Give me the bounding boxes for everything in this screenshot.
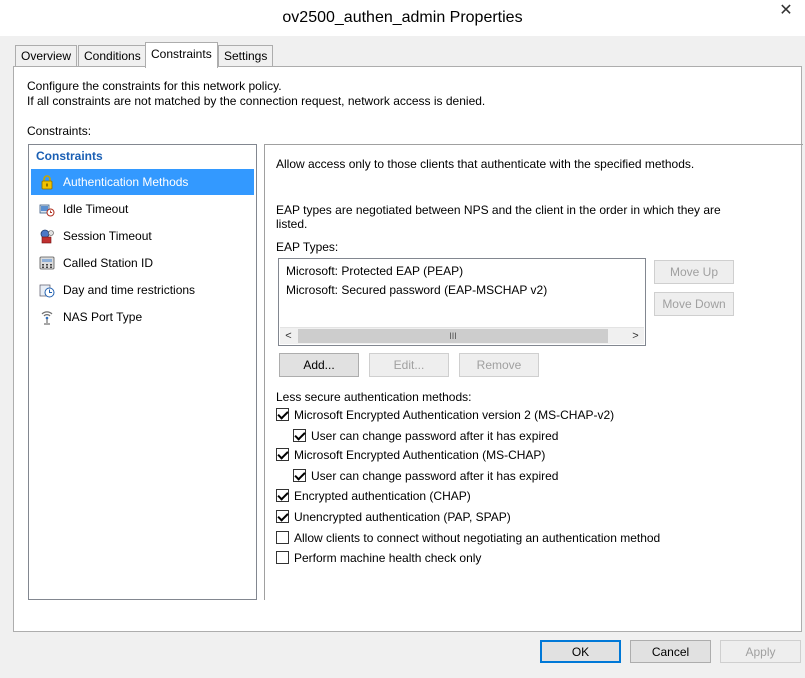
constraint-item-label: Idle Timeout [63,202,129,216]
constraint-item-idle-timeout[interactable]: Idle Timeout [31,196,254,222]
checkbox-ms-chap[interactable]: Microsoft Encrypted Authentication (MS-C… [276,448,545,464]
eap-type-item[interactable]: Microsoft: Secured password (EAP-MSCHAP … [286,283,547,297]
eap-list-horizontal-scrollbar[interactable]: < III > [280,327,644,344]
checkbox-label: User can change password after it has ex… [311,429,559,443]
checkbox-box[interactable] [276,448,289,461]
move-down-button[interactable]: Move Down [654,292,734,316]
less-secure-methods-label: Less secure authentication methods: [276,390,472,404]
constraint-item-session-timeout[interactable]: Session Timeout [31,223,254,249]
checkbox-box[interactable] [293,469,306,482]
apply-button[interactable]: Apply [720,640,801,663]
network-port-icon [41,311,53,325]
clock-icon [39,284,55,298]
phone-icon [39,256,55,270]
tab-constraints[interactable]: Constraints [145,42,218,68]
checkbox-label: Microsoft Encrypted Authentication (MS-C… [294,448,546,462]
auth-intro-text: Allow access only to those clients that … [276,157,695,171]
scroll-left-icon[interactable]: < [280,328,297,344]
checkbox-box[interactable] [276,551,289,564]
constraint-item-called-station-id[interactable]: Called Station ID [31,250,254,276]
checkbox-ms-chap-v2[interactable]: Microsoft Encrypted Authentication versi… [276,408,614,424]
checkbox-label: Perform machine health check only [294,551,482,565]
tab-panel-constraints: Configure the constraints for this netwo… [13,66,803,632]
session-timeout-icon [40,229,54,244]
checkbox-chap[interactable]: Encrypted authentication (CHAP) [276,489,471,505]
add-eap-button[interactable]: Add... [279,353,359,377]
tab-overview[interactable]: Overview [15,45,78,67]
checkbox-label: Microsoft Encrypted Authentication versi… [294,408,615,422]
title-bar: ov2500_authen_admin Properties [0,0,805,36]
lock-icon [41,175,53,190]
tab-label: Conditions [84,49,141,63]
checkbox-ms-chap-v2-change-password[interactable]: User can change password after it has ex… [293,429,558,445]
checkbox-pap-spap[interactable]: Unencrypted authentication (PAP, SPAP) [276,510,511,526]
constraint-item-nas-port-type[interactable]: NAS Port Type [31,304,254,330]
move-up-button[interactable]: Move Up [654,260,734,284]
constraint-item-day-and-time-restrictions[interactable]: Day and time restrictions [31,277,254,303]
constraints-label: Constraints: [27,124,92,138]
tab-label: Settings [224,49,268,63]
checkbox-box[interactable] [276,489,289,502]
constraint-item-label: NAS Port Type [63,310,143,324]
scroll-right-icon[interactable]: > [627,328,644,344]
ok-button[interactable]: OK [540,640,621,663]
checkbox-label: Allow clients to connect without negotia… [294,531,661,545]
constraint-item-label: Called Station ID [63,256,154,270]
description-line-1: Configure the constraints for this netwo… [27,79,282,93]
checkbox-box[interactable] [276,408,289,421]
constraints-list-header: Constraints [36,149,103,163]
checkbox-allow-without-negotiation[interactable]: Allow clients to connect without negotia… [276,531,660,547]
eap-types-list[interactable]: Microsoft: Protected EAP (PEAP) Microsof… [278,258,646,346]
tab-settings[interactable]: Settings [218,45,274,67]
description-line-2: If all constraints are not matched by th… [27,94,486,108]
idle-timeout-icon [39,204,55,217]
close-icon[interactable]: ✕ [771,0,801,22]
eap-note-line-1: EAP types are negotiated between NPS and… [276,203,721,217]
remove-eap-button[interactable]: Remove [459,353,539,377]
eap-type-item[interactable]: Microsoft: Protected EAP (PEAP) [286,264,463,278]
checkbox-label: Encrypted authentication (CHAP) [294,489,471,503]
constraint-item-label: Session Timeout [63,229,152,243]
eap-types-label: EAP Types: [276,240,339,254]
tab-label: Overview [21,49,72,63]
eap-note-line-2: listed. [276,217,308,231]
edit-eap-button[interactable]: Edit... [369,353,449,377]
checkbox-ms-chap-change-password[interactable]: User can change password after it has ex… [293,469,558,485]
constraint-item-label: Authentication Methods [63,175,189,189]
checkbox-box[interactable] [293,429,306,442]
checkbox-label: Unencrypted authentication (PAP, SPAP) [294,510,511,524]
constraint-item-authentication-methods[interactable]: Authentication Methods [31,169,254,195]
checkbox-box[interactable] [276,510,289,523]
window-title: ov2500_authen_admin Properties [282,9,523,26]
checkbox-label: User can change password after it has ex… [311,469,559,483]
tab-label: Constraints [151,47,212,61]
checkbox-machine-health-check-only[interactable]: Perform machine health check only [276,551,481,567]
constraint-item-label: Day and time restrictions [63,283,196,297]
constraints-list[interactable]: Constraints Authentication Methods Idle … [28,144,257,600]
checkbox-box[interactable] [276,531,289,544]
scroll-thumb[interactable]: III [298,329,608,343]
tab-conditions[interactable]: Conditions [78,45,147,67]
cancel-button[interactable]: Cancel [630,640,711,663]
